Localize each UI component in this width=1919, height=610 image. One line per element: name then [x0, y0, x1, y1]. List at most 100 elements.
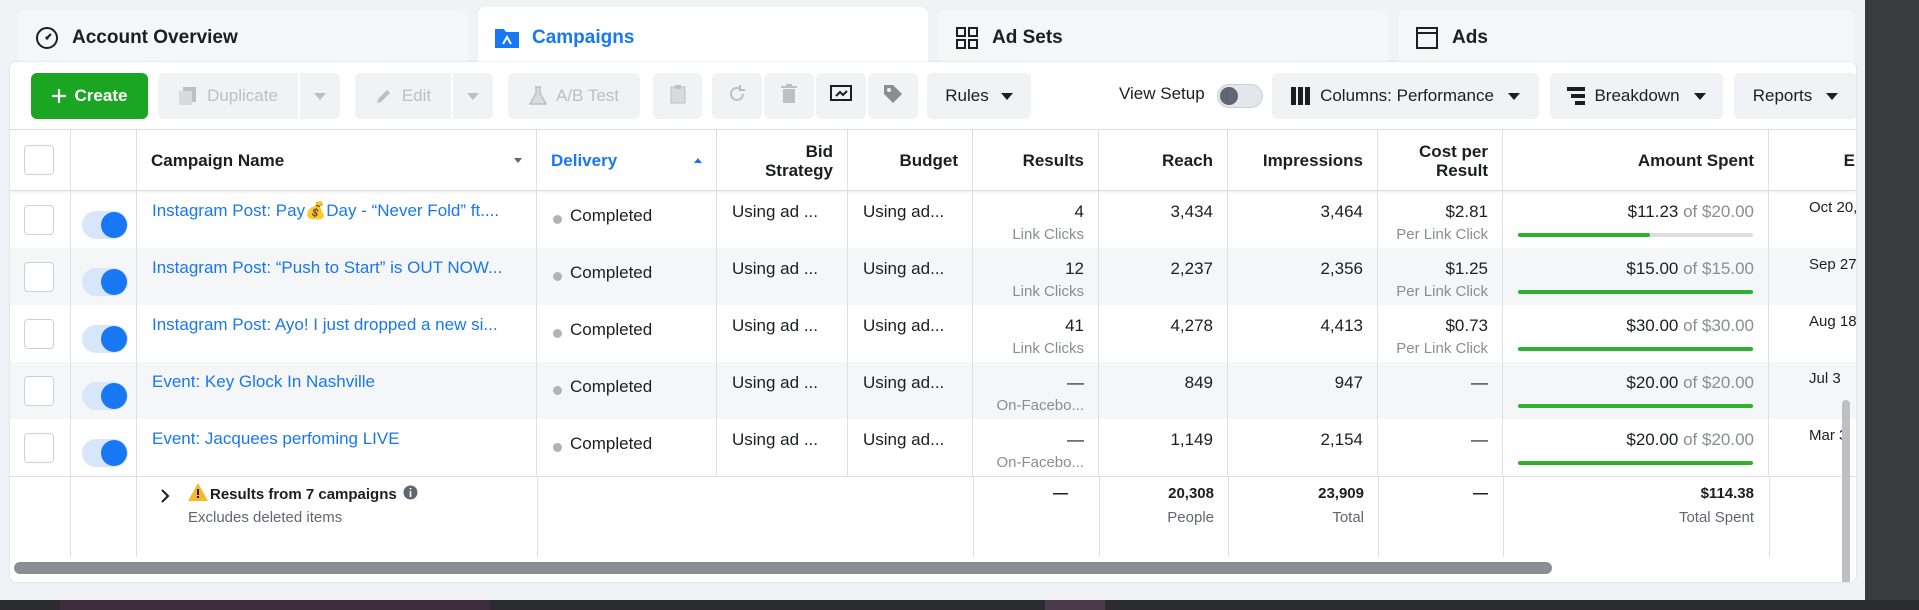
impressions-value: 4,413	[1320, 316, 1363, 335]
campaign-name-link[interactable]: Event: Jacquees perfoming LIVE	[152, 429, 522, 449]
summary-cost-per-result: —	[1473, 485, 1488, 502]
header-reach[interactable]: Reach	[1099, 130, 1228, 191]
clipboard-button[interactable]	[653, 73, 702, 119]
spend-progress-bar	[1518, 347, 1753, 351]
refresh-button[interactable]	[712, 73, 762, 119]
duplicate-dropdown[interactable]	[300, 73, 340, 119]
header-campaign-name[interactable]: Campaign Name	[137, 130, 537, 191]
bid-strategy-cell: Using ad ...	[717, 419, 848, 476]
header-cost-per-result[interactable]: Cost per Result	[1378, 130, 1503, 191]
delivery-status: Completed	[570, 206, 653, 225]
delivery-cell: Completed	[537, 248, 717, 305]
row-checkbox[interactable]	[24, 205, 54, 235]
header-impressions[interactable]: Impressions	[1228, 130, 1378, 191]
toggle-cell	[71, 305, 137, 362]
header-bid-strategy[interactable]: Bid Strategy	[717, 130, 848, 191]
table-row[interactable]: Event: Key Glock In Nashville Completed Us…	[10, 362, 1856, 419]
chevron-down-icon	[1507, 92, 1520, 100]
header-ends[interactable]: E	[1769, 130, 1856, 191]
summary-reach: 20,308	[1168, 485, 1214, 502]
tab-account-overview[interactable]: Account Overview	[18, 10, 468, 66]
tag-button[interactable]	[868, 73, 918, 119]
cost-per-result-type: Per Link Click	[1396, 283, 1488, 300]
header-results[interactable]: Results	[973, 130, 1099, 191]
campaign-name-link[interactable]: Instagram Post: “Push to Start” is OUT N…	[152, 258, 522, 278]
table-header: Campaign Name Delivery Bid Strategy Budg…	[10, 129, 1856, 191]
campaign-toggle[interactable]	[82, 382, 128, 410]
table-row[interactable]: Instagram Post: Ayo! I just dropped a ne…	[10, 305, 1856, 362]
info-icon[interactable]	[403, 485, 418, 504]
campaign-name-link[interactable]: Event: Key Glock In Nashville	[152, 372, 522, 392]
spend-progress-fill	[1518, 290, 1753, 294]
breakdown-button[interactable]: Breakdown	[1550, 73, 1723, 119]
campaign-toggle[interactable]	[82, 211, 128, 239]
impressions-value: 947	[1334, 373, 1363, 392]
amount-spent-value: $30.00 of $30.00	[1626, 316, 1754, 335]
header-delivery[interactable]: Delivery	[537, 130, 717, 191]
horizontal-scrollbar[interactable]	[14, 562, 1552, 574]
summary-amount-spent: $114.38	[1700, 485, 1754, 502]
results-value: 41	[1065, 316, 1084, 335]
end-date: Aug 18	[1809, 313, 1856, 330]
table-row[interactable]: Instagram Post: “Push to Start” is OUT N…	[10, 248, 1856, 305]
delivery-cell: Completed	[537, 362, 717, 419]
create-button[interactable]: Create	[31, 73, 148, 119]
results-value: 12	[1065, 259, 1084, 278]
tab-ad-sets[interactable]: Ad Sets	[938, 10, 1388, 66]
amount-spent-value: $11.23 of $20.00	[1627, 202, 1754, 221]
duplicate-button[interactable]: Duplicate	[158, 73, 298, 119]
budget-value: Using ad...	[863, 259, 945, 278]
delivery-status: Completed	[570, 320, 653, 339]
row-checkbox[interactable]	[24, 433, 54, 463]
table-row[interactable]: Instagram Post: Pay💰Day - “Never Fold” f…	[10, 191, 1856, 248]
campaign-toggle[interactable]	[82, 439, 128, 467]
spend-progress-fill	[1518, 461, 1753, 465]
chevron-down-icon	[1826, 92, 1839, 100]
cost-per-result-type: Per Link Click	[1396, 340, 1488, 357]
table-row[interactable]: Event: Jacquees perfoming LIVE Completed U…	[10, 419, 1856, 476]
reach-value: 2,237	[1170, 259, 1213, 278]
view-setup-toggle[interactable]	[1217, 84, 1263, 108]
delete-button[interactable]	[764, 73, 814, 119]
cost-per-result-cell: —	[1378, 419, 1503, 476]
row-checkbox[interactable]	[24, 262, 54, 292]
campaign-toggle[interactable]	[82, 268, 128, 296]
reports-button[interactable]: Reports	[1734, 73, 1856, 119]
row-checkbox[interactable]	[24, 376, 54, 406]
budget-cell: Using ad...	[848, 248, 973, 305]
header-amount-spent[interactable]: Amount Spent	[1503, 130, 1769, 191]
edit-dropdown[interactable]	[453, 73, 493, 119]
vertical-scrollbar[interactable]	[1842, 400, 1850, 582]
cost-per-result-value: $1.25	[1445, 259, 1488, 278]
tab-label: Campaigns	[532, 27, 635, 48]
spend-progress-fill	[1518, 233, 1650, 237]
export-icon	[830, 84, 852, 109]
bid-strategy-value: Using ad ...	[732, 373, 818, 392]
campaign-name-link[interactable]: Instagram Post: Pay💰Day - “Never Fold” f…	[152, 201, 522, 221]
header-budget[interactable]: Budget	[848, 130, 973, 191]
select-all-checkbox[interactable]	[24, 145, 54, 175]
results-cell: 12 Link Clicks	[973, 248, 1099, 305]
tab-label: Ads	[1452, 27, 1488, 48]
tab-ads[interactable]: Ads	[1398, 10, 1854, 66]
campaign-name-link[interactable]: Instagram Post: Ayo! I just dropped a ne…	[152, 315, 522, 335]
toggle-cell	[71, 191, 137, 248]
tab-campaigns[interactable]: Campaigns	[478, 7, 928, 69]
toggle-cell	[71, 248, 137, 305]
campaign-toggle[interactable]	[82, 325, 128, 353]
taskbar-strip	[0, 600, 1919, 610]
ab-test-button[interactable]: A/B Test	[508, 73, 640, 119]
delivery-cell: Completed	[537, 305, 717, 362]
expand-chevron-icon[interactable]	[160, 489, 170, 508]
impressions-value: 3,464	[1320, 202, 1363, 221]
columns-button[interactable]: Columns: Performance	[1272, 73, 1539, 119]
edit-button[interactable]: Edit	[355, 73, 451, 119]
row-checkbox[interactable]	[24, 319, 54, 349]
rules-button[interactable]: Rules	[927, 73, 1031, 119]
bid-strategy-cell: Using ad ...	[717, 248, 848, 305]
status-dot-icon	[553, 386, 562, 395]
amount-spent-value: $15.00 of $15.00	[1626, 259, 1754, 278]
campaign-name-cell: Event: Key Glock In Nashville	[137, 362, 537, 419]
export-button[interactable]	[816, 73, 866, 119]
tag-icon	[883, 84, 903, 109]
